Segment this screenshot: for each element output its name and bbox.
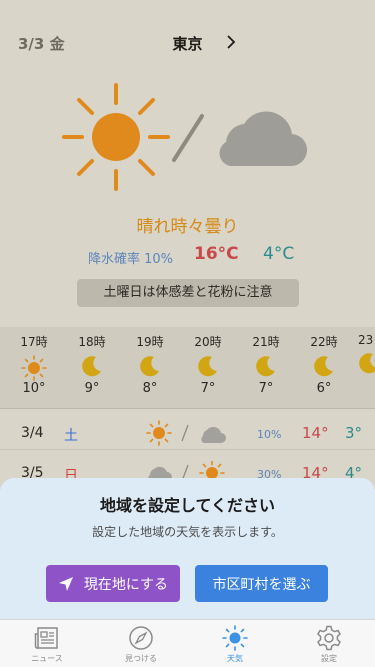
- day-high: 14°: [302, 424, 329, 442]
- hourly-item: 19時 8°: [130, 333, 170, 396]
- compass-icon: [129, 626, 153, 650]
- hour-label: 22時: [310, 335, 338, 349]
- sun-icon: [222, 625, 248, 651]
- hourly-forecast[interactable]: 17時 10° 18時 9° 19時 8° 20時 7° 21時 7° 22時 …: [0, 327, 375, 408]
- today-stats: 降水確率 10% 16°C 4°C: [0, 244, 375, 270]
- slash-divider-icon: [172, 114, 204, 162]
- city-selector[interactable]: 東京: [0, 33, 375, 54]
- moon-icon: [82, 356, 101, 377]
- cloud-icon: [201, 426, 226, 443]
- precipitation-chance: 降水確率 10%: [88, 252, 174, 267]
- weather-screen: 3/3 金 東京 晴れ時々曇り 降水確率 10% 16°C 4°C 土曜日は体感…: [0, 0, 375, 667]
- use-current-location-label: 現在地にする: [83, 576, 169, 593]
- choose-city-label: 市区町村を選ぶ: [212, 576, 311, 593]
- tab-news[interactable]: ニュース: [0, 624, 94, 664]
- tab-label: 天気: [227, 654, 243, 663]
- tab-weather[interactable]: 天気: [188, 624, 282, 664]
- hourly-item: 22時 6°: [304, 333, 344, 396]
- chevron-right-icon[interactable]: [226, 35, 236, 49]
- weather-notice-banner[interactable]: 土曜日は体感差と花粉に注意: [77, 279, 299, 307]
- hour-temperature: 6°: [316, 381, 332, 396]
- hourly-item: 18時 9°: [72, 333, 112, 396]
- hour-temperature: 8°: [142, 381, 158, 396]
- use-current-location-button[interactable]: 現在地にする: [46, 565, 180, 602]
- sun-icon: [21, 355, 47, 381]
- day-date: 3/4: [21, 425, 44, 441]
- hour-temperature: 7°: [258, 381, 274, 396]
- hour-label: 17時: [20, 335, 48, 349]
- hour-label: 23: [358, 333, 374, 347]
- hour-temperature: 10°: [22, 381, 46, 396]
- moon-icon: [256, 356, 275, 377]
- day-low: 3°: [345, 424, 363, 442]
- hourly-item: 20時 7°: [188, 333, 228, 396]
- hour-temperature: 7°: [200, 381, 216, 396]
- hour-temperature: 9°: [84, 381, 100, 396]
- hour-label: 21時: [252, 335, 280, 349]
- slash-divider-icon: [181, 424, 189, 442]
- moon-icon: [314, 356, 333, 377]
- low-temperature: 4°C: [263, 244, 295, 264]
- moon-icon: [198, 356, 217, 377]
- tab-label: 設定: [321, 654, 337, 663]
- tab-discover[interactable]: 見つける: [94, 624, 188, 664]
- newspaper-icon: [34, 627, 58, 649]
- location-arrow-icon: [58, 576, 73, 591]
- sheet-title: 地域を設定してください: [99, 496, 276, 515]
- hour-label: 18時: [78, 335, 106, 349]
- choose-city-button[interactable]: 市区町村を選ぶ: [195, 565, 328, 602]
- hour-label: 19時: [136, 335, 164, 349]
- today-weather-panel: 3/3 金 東京 晴れ時々曇り 降水確率 10% 16°C 4°C 土曜日は体感…: [0, 0, 375, 327]
- hour-label: 20時: [194, 335, 222, 349]
- sheet-subtitle: 設定した地域の天気を表示します。: [92, 525, 283, 539]
- day-weekday: 土: [64, 428, 78, 444]
- sun-icon: [146, 420, 172, 446]
- sun-icon: [62, 83, 170, 191]
- moon-icon: [140, 356, 159, 377]
- moon-icon: [359, 353, 375, 374]
- region-setup-sheet: 地域を設定してください 設定した地域の天気を表示します。 現在地にする 市区町村…: [0, 478, 375, 619]
- daily-row[interactable]: 3/4 土 10% 14° 3°: [0, 409, 375, 450]
- tab-label: ニュース: [31, 654, 63, 663]
- hourly-item: 21時 7°: [246, 333, 286, 396]
- hourly-item: 23: [358, 333, 375, 376]
- day-precipitation: 10%: [257, 428, 282, 441]
- forecast-text: 晴れ時々曇り: [136, 217, 239, 237]
- cloud-icon: [219, 111, 308, 167]
- tab-label: 見つける: [125, 654, 157, 663]
- hourly-item: 17時 10°: [14, 333, 54, 396]
- tab-settings[interactable]: 設定: [282, 624, 375, 664]
- tab-bar: ニュース 見つける 天気 設定: [0, 619, 375, 667]
- daily-forecast: 3/4 土 10% 14° 3° 3/5 日 30% 14° 4°: [0, 408, 375, 490]
- gear-icon: [317, 625, 341, 651]
- high-temperature: 16°C: [194, 244, 239, 264]
